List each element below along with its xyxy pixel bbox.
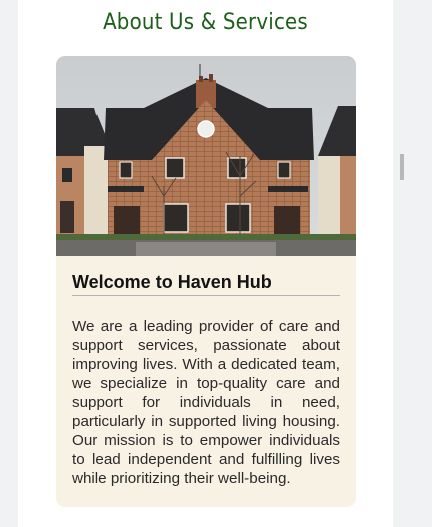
page-content: About Us & Services Welcome to Haven Hub… bbox=[18, 0, 393, 527]
section-title: About Us & Services bbox=[103, 10, 308, 35]
about-card: Welcome to Haven Hub We are a leading pr… bbox=[56, 56, 356, 507]
card-heading: Welcome to Haven Hub bbox=[72, 272, 340, 296]
resize-handle[interactable] bbox=[400, 154, 404, 180]
card-body: Welcome to Haven Hub We are a leading pr… bbox=[72, 272, 340, 488]
card-description: We are a leading provider of care and su… bbox=[72, 318, 340, 487]
house-image bbox=[56, 56, 356, 256]
